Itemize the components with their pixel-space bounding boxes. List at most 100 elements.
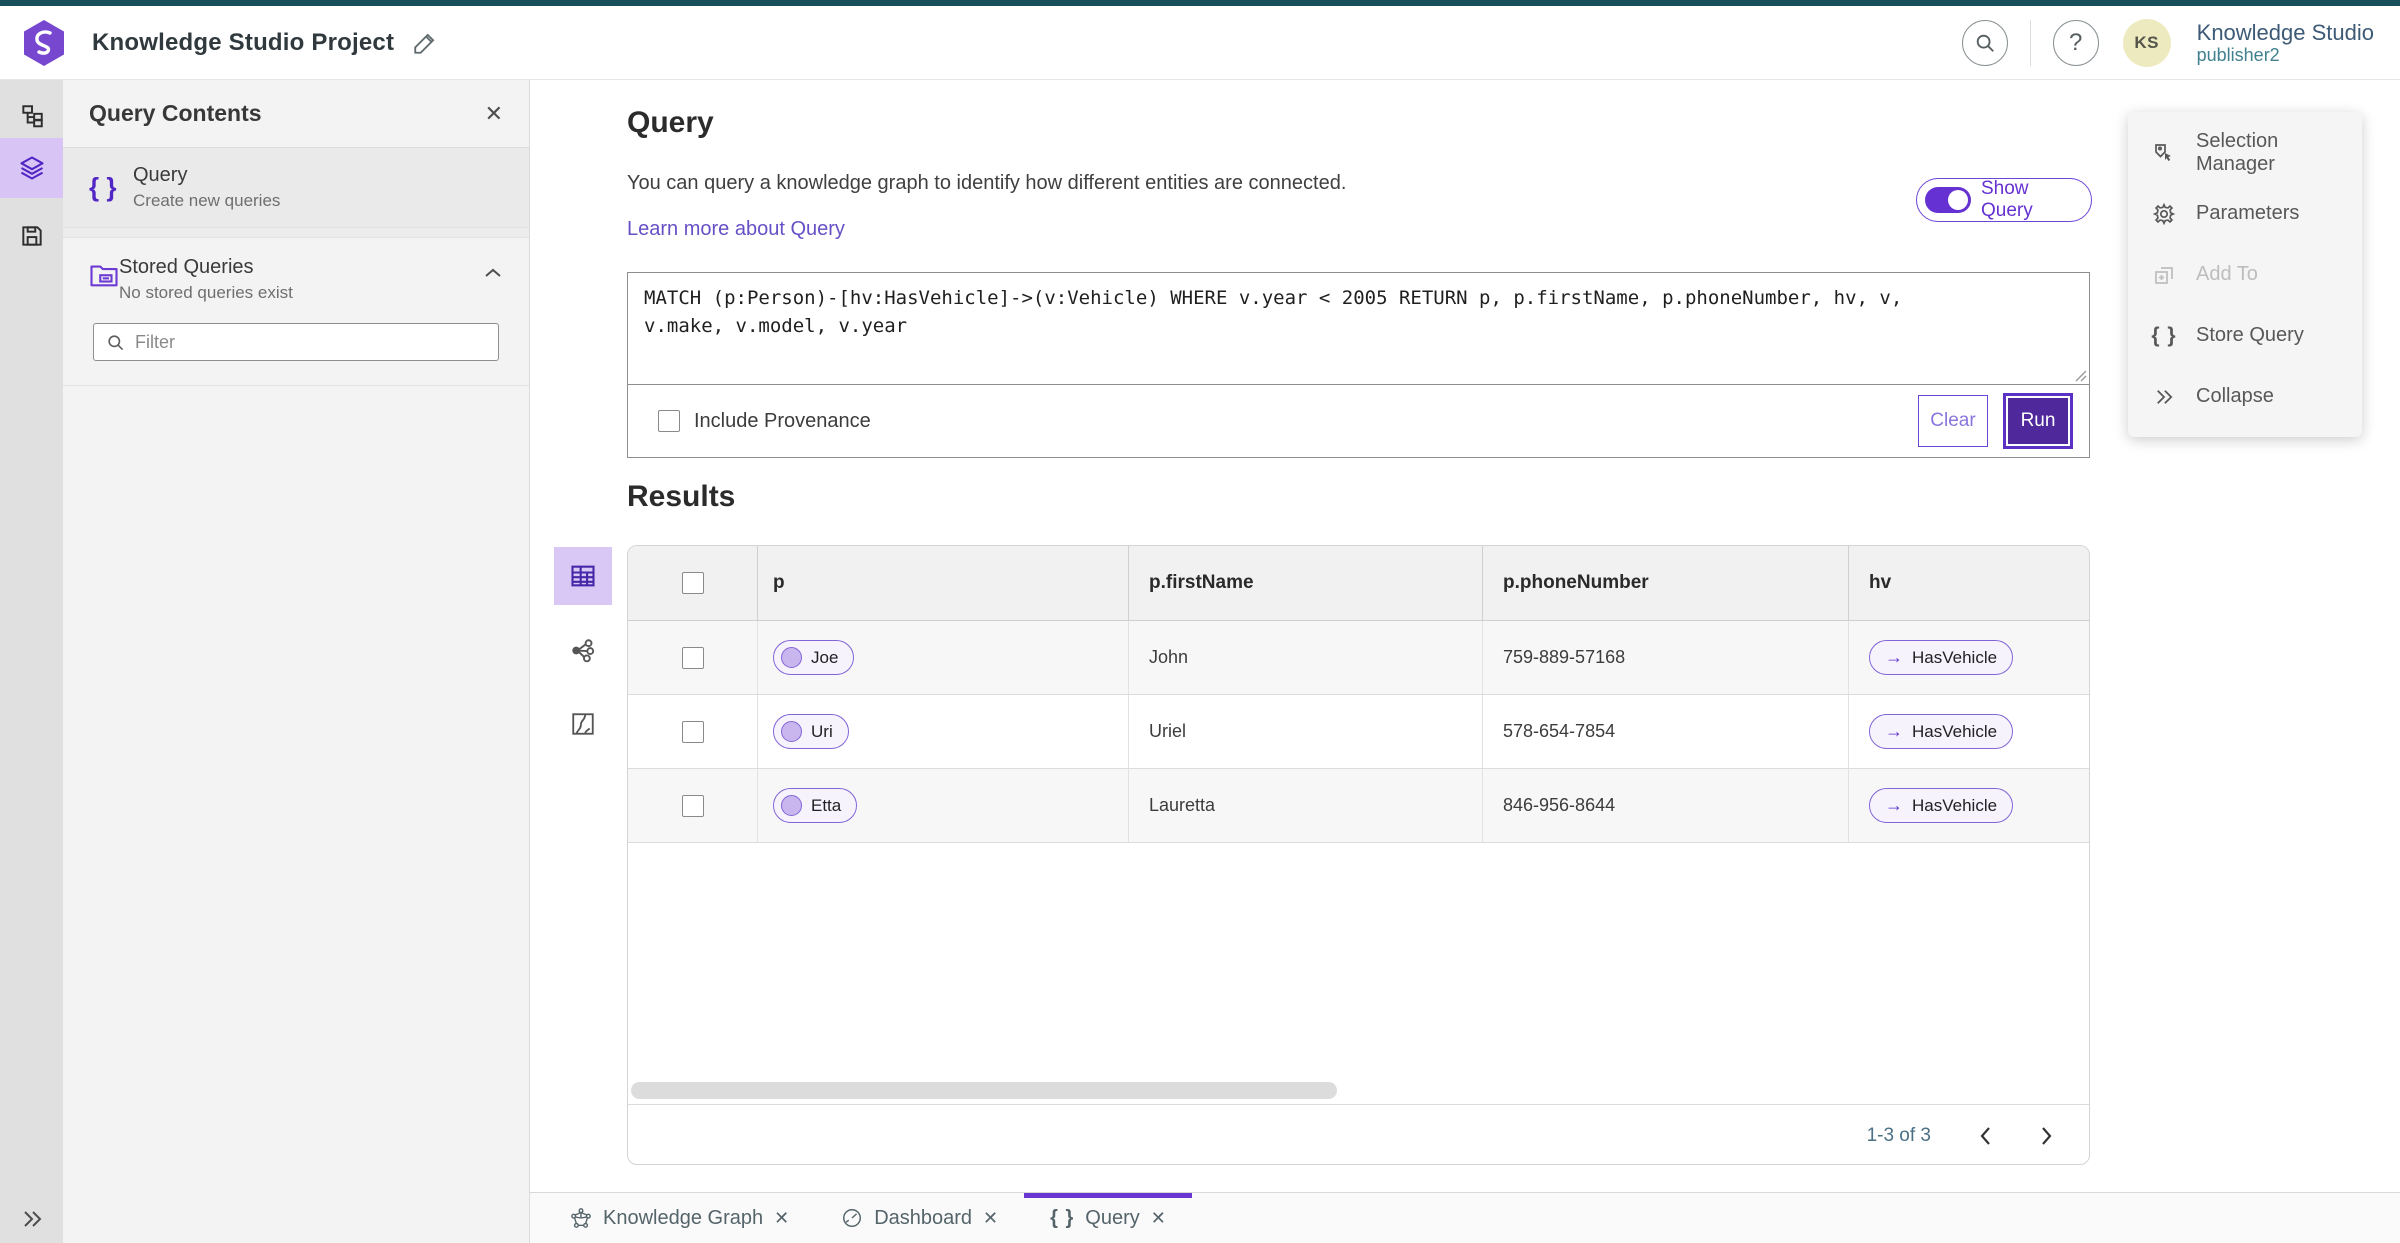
app-header: Knowledge Studio Project ? KS Knowledge … bbox=[0, 6, 2400, 80]
filter-input[interactable] bbox=[135, 331, 486, 353]
close-panel-button[interactable]: ✕ bbox=[485, 101, 503, 127]
entity-node-pill[interactable]: Uri bbox=[773, 714, 849, 749]
avatar[interactable]: KS bbox=[2122, 18, 2171, 67]
run-button[interactable]: Run bbox=[2006, 396, 2070, 446]
close-icon[interactable]: ✕ bbox=[983, 1208, 998, 1229]
cell-first-name: Lauretta bbox=[1149, 795, 1216, 815]
main-content: Query You can query a knowledge graph to… bbox=[530, 80, 2400, 1192]
previous-page-button[interactable] bbox=[1977, 1125, 1993, 1147]
add-to-icon bbox=[2150, 263, 2178, 287]
user-info: Knowledge Studio publisher2 bbox=[2197, 20, 2374, 66]
panel-header: Query Contents ✕ bbox=[63, 80, 529, 148]
folder-icon bbox=[89, 260, 119, 288]
results-title: Results bbox=[627, 480, 736, 513]
resize-handle-icon[interactable] bbox=[2073, 368, 2087, 382]
tab-query-active[interactable]: { } Query ✕ bbox=[1024, 1193, 1192, 1243]
user-name: Knowledge Studio bbox=[2196, 19, 2374, 45]
expand-rail-button[interactable] bbox=[0, 1209, 63, 1229]
left-rail bbox=[0, 80, 63, 1243]
show-query-toggle[interactable] bbox=[1925, 187, 1971, 213]
arrow-right-icon: → bbox=[1885, 721, 1903, 741]
row-checkbox[interactable] bbox=[681, 646, 704, 669]
clear-button[interactable]: Clear bbox=[1918, 395, 1988, 447]
parameters-item[interactable]: Parameters bbox=[2128, 183, 2362, 244]
filter-field bbox=[93, 323, 499, 361]
stored-queries-subtitle: No stored queries exist bbox=[119, 283, 293, 302]
entity-node-icon bbox=[781, 647, 802, 668]
collapse-item[interactable]: Collapse bbox=[2128, 366, 2362, 427]
rail-item-queries-selected[interactable] bbox=[0, 138, 63, 198]
chevron-up-icon[interactable] bbox=[483, 266, 503, 280]
selection-manager-icon bbox=[2150, 141, 2178, 165]
relation-pill[interactable]: → HasVehicle bbox=[1869, 640, 2014, 675]
column-header-firstname[interactable]: p.firstName bbox=[1129, 546, 1483, 620]
close-icon[interactable]: ✕ bbox=[774, 1208, 789, 1229]
row-checkbox[interactable] bbox=[681, 720, 704, 743]
table-row[interactable]: Etta Lauretta 846-956-8644 → HasVehicle bbox=[628, 769, 2089, 843]
tab-dashboard[interactable]: Dashboard ✕ bbox=[815, 1193, 1024, 1243]
results-table-card: p p.firstName p.phoneNumber hv Joe John … bbox=[627, 545, 2090, 1165]
learn-more-link[interactable]: Learn more about Query bbox=[627, 218, 845, 241]
query-page-title: Query bbox=[627, 106, 714, 139]
query-text-input[interactable]: MATCH (p:Person)-[hv:HasVehicle]->(v:Veh… bbox=[628, 273, 2089, 384]
filter-search-icon bbox=[108, 334, 124, 350]
panel-section-gap bbox=[63, 228, 529, 238]
rail-item-save[interactable] bbox=[0, 212, 63, 260]
save-icon bbox=[21, 226, 42, 246]
collapse-icon bbox=[2150, 388, 2178, 406]
rail-item-content-map[interactable] bbox=[0, 92, 63, 140]
table-header-row: p p.firstName p.phoneNumber hv bbox=[628, 546, 2089, 621]
entity-node-pill[interactable]: Etta bbox=[773, 788, 858, 823]
column-header-phonenumber[interactable]: p.phoneNumber bbox=[1483, 546, 1849, 620]
table-view-button[interactable] bbox=[554, 547, 612, 605]
results-view-switcher bbox=[554, 547, 612, 753]
edit-project-title-icon[interactable] bbox=[412, 30, 438, 56]
search-button[interactable] bbox=[1961, 19, 2008, 66]
query-item-subtitle: Create new queries bbox=[133, 191, 281, 210]
add-to-item-disabled: Add To bbox=[2128, 244, 2362, 305]
panel-title: Query Contents bbox=[89, 100, 262, 126]
query-tools-menu: Selection Manager Parameters Add To {} … bbox=[2128, 112, 2362, 437]
project-title: Knowledge Studio Project bbox=[92, 28, 395, 56]
close-icon[interactable]: ✕ bbox=[1151, 1208, 1166, 1229]
panel-item-query[interactable]: { } Query Create new queries bbox=[63, 148, 529, 228]
stored-queries-section[interactable]: Stored Queries No stored queries exist bbox=[63, 238, 529, 313]
braces-icon: { } bbox=[2151, 323, 2177, 347]
query-textarea-wrap: MATCH (p:Person)-[hv:HasVehicle]->(v:Veh… bbox=[628, 273, 2089, 385]
table-row[interactable]: Joe John 759-889-57168 → HasVehicle bbox=[628, 621, 2089, 695]
tab-label: Knowledge Graph bbox=[603, 1206, 764, 1229]
query-contents-panel: Query Contents ✕ { } Query Create new qu… bbox=[63, 80, 530, 1243]
avatar-initials: KS bbox=[2134, 32, 2159, 52]
table-row[interactable]: Uri Uriel 578-654-7854 → HasVehicle bbox=[628, 695, 2089, 769]
help-button[interactable]: ? bbox=[2052, 19, 2099, 66]
store-query-item[interactable]: { } Store Query bbox=[2128, 305, 2362, 366]
column-header-hv[interactable]: hv bbox=[1849, 546, 2089, 620]
next-page-button[interactable] bbox=[2039, 1125, 2055, 1147]
select-all-checkbox[interactable] bbox=[681, 572, 704, 594]
graph-view-icon bbox=[571, 638, 594, 662]
selection-manager-item[interactable]: Selection Manager bbox=[2128, 122, 2362, 183]
entity-node-pill[interactable]: Joe bbox=[773, 640, 855, 675]
horizontal-scrollbar[interactable] bbox=[631, 1082, 1337, 1099]
cell-phone-number: 759-889-57168 bbox=[1503, 647, 1626, 667]
graph-view-button[interactable] bbox=[554, 621, 612, 679]
query-form-row: Include Provenance Clear Run bbox=[628, 385, 2089, 457]
cell-phone-number: 846-956-8644 bbox=[1503, 795, 1616, 815]
stored-queries-label: Stored Queries bbox=[119, 256, 254, 278]
user-role: publisher2 bbox=[2196, 44, 2280, 65]
column-header-p[interactable]: p bbox=[758, 546, 1129, 620]
header-actions: ? KS Knowledge Studio publisher2 bbox=[1961, 18, 2374, 67]
tab-label: Dashboard bbox=[874, 1206, 973, 1229]
relation-pill[interactable]: → HasVehicle bbox=[1869, 788, 2014, 823]
content-map-icon bbox=[21, 105, 43, 128]
prev-icon bbox=[1980, 1126, 1990, 1145]
search-icon bbox=[1976, 34, 1994, 52]
query-description: You can query a knowledge graph to ident… bbox=[627, 172, 1347, 194]
chart-view-button[interactable] bbox=[554, 695, 612, 753]
tab-knowledge-graph[interactable]: Knowledge Graph ✕ bbox=[544, 1193, 815, 1243]
braces-icon: { } bbox=[89, 172, 117, 202]
relation-pill[interactable]: → HasVehicle bbox=[1869, 714, 2014, 749]
include-provenance-checkbox[interactable] bbox=[658, 410, 680, 432]
show-query-toggle-button[interactable]: Show Query bbox=[1916, 178, 2092, 222]
row-checkbox[interactable] bbox=[681, 794, 704, 817]
